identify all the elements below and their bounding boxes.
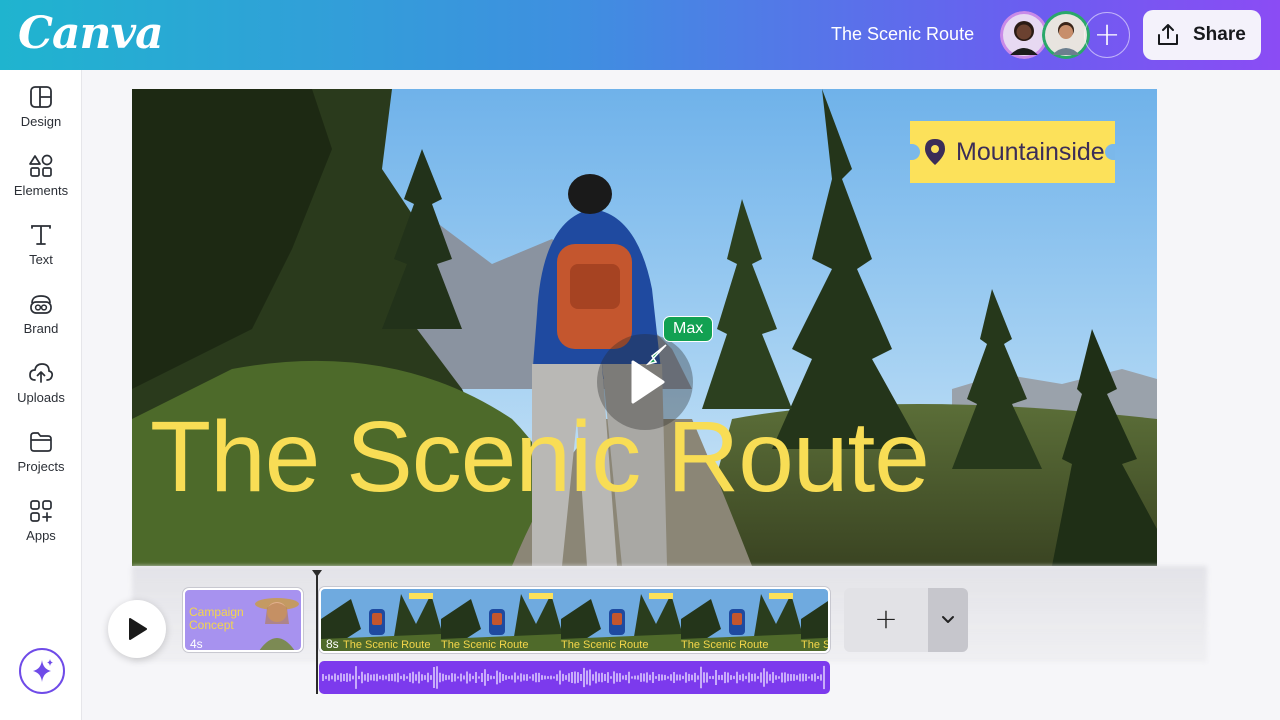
sidebar-item-brand[interactable]: Brand [0, 291, 82, 336]
sidebar-label: Brand [23, 321, 59, 336]
frame-caption: The Scenic Route [343, 639, 431, 651]
clip-title: Campaign Concept [189, 605, 244, 632]
sidebar-label: Projects [17, 459, 65, 474]
location-tag[interactable]: Mountainside [910, 121, 1115, 183]
add-clip-button[interactable]: + [844, 588, 928, 652]
left-sidebar: Design Elements Text Brand Uploads Proje… [0, 70, 82, 720]
document-title[interactable]: The Scenic Route [831, 24, 974, 45]
magic-assistant-button[interactable] [19, 648, 65, 694]
share-label: Share [1193, 24, 1246, 45]
sidebar-item-projects[interactable]: Projects [0, 429, 82, 474]
add-collaborator-button[interactable]: + [1084, 12, 1130, 58]
clip-duration: 4s [190, 637, 203, 651]
collaborator-cursor-icon [645, 344, 667, 366]
chevron-down-icon [942, 616, 954, 623]
collaborator-avatar-2[interactable] [1042, 11, 1090, 59]
collaborator-avatar-1[interactable] [1000, 11, 1048, 59]
frame-caption: The Scenic Route [441, 639, 529, 651]
map-pin-icon [925, 139, 945, 165]
sidebar-label: Elements [13, 183, 69, 198]
timeline-clip-scenic-route[interactable]: The Scenic Route The Scenic Route The Sc… [319, 587, 830, 653]
folder-icon [30, 432, 52, 452]
sidebar-label: Uploads [17, 390, 65, 405]
text-icon [31, 225, 51, 245]
brand-icon [30, 295, 52, 314]
share-upload-icon [1158, 24, 1178, 45]
canvas-title-text[interactable]: The Scenic Route [150, 407, 930, 507]
canva-logo[interactable]: Canva [18, 8, 164, 59]
video-timeline: Campaign Concept 4s The Scenic Route The… [82, 566, 1280, 720]
share-button[interactable]: Share [1143, 10, 1261, 60]
sidebar-item-uploads[interactable]: Uploads [0, 360, 82, 405]
clip-options-dropdown[interactable] [928, 588, 968, 652]
sidebar-item-elements[interactable]: Elements [0, 153, 82, 198]
tag-notch-left [910, 144, 920, 160]
frame-caption: The Scenic Route [681, 639, 769, 651]
apps-grid-icon [30, 500, 52, 522]
shapes-icon [29, 154, 53, 177]
sparkle-icon [33, 659, 53, 682]
audio-waveform [322, 665, 825, 690]
sidebar-item-apps[interactable]: Apps [0, 498, 82, 543]
sidebar-item-text[interactable]: Text [0, 222, 82, 267]
audio-track[interactable] [319, 661, 830, 694]
tag-notch-right [1105, 144, 1115, 160]
playhead-line[interactable] [316, 574, 318, 694]
sidebar-label: Apps [26, 528, 56, 543]
design-canvas[interactable]: Mountainside Max The Scenic Route [132, 89, 1157, 566]
cloud-upload-icon [29, 363, 54, 383]
sidebar-label: Design [20, 114, 62, 129]
sidebar-item-design[interactable]: Design [0, 84, 82, 129]
play-icon [129, 618, 147, 640]
frame-caption: The Scenic Route [801, 639, 830, 651]
collaborator-cursor-label: Max [663, 316, 714, 342]
frame-caption: The Scenic Route [561, 639, 649, 651]
location-tag-text: Mountainside [956, 137, 1105, 166]
timeline-clip-campaign-concept[interactable]: Campaign Concept 4s [183, 588, 303, 652]
layout-icon [30, 86, 52, 108]
sidebar-label: Text [29, 252, 53, 267]
top-bar: Canva The Scenic Route + Share [0, 0, 1280, 70]
timeline-play-button[interactable] [108, 600, 166, 658]
clip-duration: 8s [326, 637, 339, 651]
